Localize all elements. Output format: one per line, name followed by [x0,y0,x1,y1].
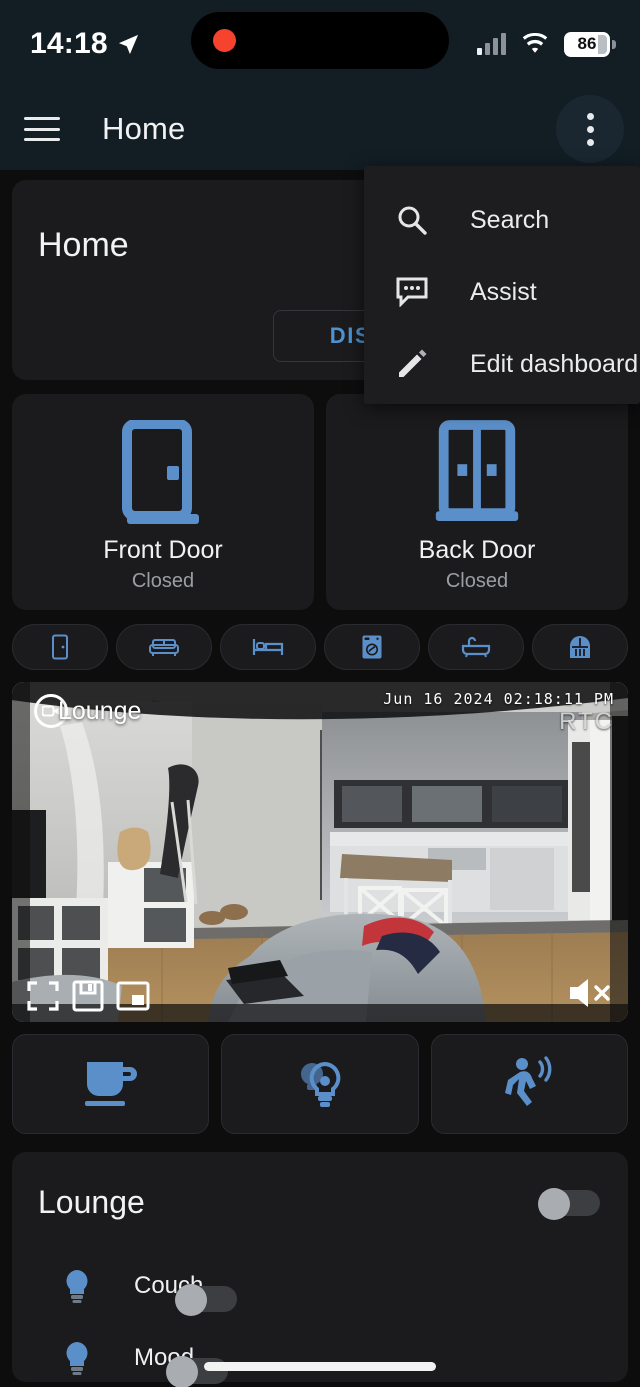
lounge-master-toggle[interactable] [538,1188,600,1220]
lounge-area-card: Lounge Couch Mood [12,1152,628,1387]
chip-washing-machine[interactable] [324,624,420,670]
status-bar-right: 86 [477,31,616,57]
light-bulbs-icon [300,1061,341,1107]
tile-back-door-state: Closed [445,570,509,592]
menu-item-assist-label: Assist [470,277,537,306]
camera-controls [26,980,150,1012]
cellular-signal-icon [477,33,506,55]
search-icon [390,204,434,236]
camera-stream-label: RTC [559,708,614,735]
tile-front-door-state: Closed [131,570,195,592]
tile-back-door[interactable]: Back Door Closed [326,394,628,610]
camera-name-label: Lounge [58,696,142,725]
door-icon [52,634,68,660]
chip-door[interactable] [12,624,108,670]
chip-bed[interactable] [220,624,316,670]
area-chip-row [12,624,628,670]
menu-item-search[interactable]: Search [364,184,640,256]
door-single-icon [122,420,199,524]
list-item-couch-light[interactable]: Couch [12,1258,628,1316]
window-icon [570,636,590,658]
coffee-cup-icon [84,1062,137,1106]
overflow-dropdown-menu: Search Assist Edit dashboard [364,166,640,404]
menu-item-search-label: Search [470,205,550,234]
mood-light-toggle[interactable] [166,1356,229,1387]
couch-light-toggle[interactable] [175,1284,238,1316]
list-item-mood-light[interactable]: Mood [12,1330,628,1387]
recording-indicator-icon [213,29,236,52]
motion-sensor-icon [505,1056,552,1106]
lounge-title: Lounge [38,1184,145,1220]
fullscreen-icon[interactable] [26,980,60,1012]
light-bulb-icon [60,1340,94,1376]
status-bar-clock: 14:18 [30,27,108,60]
washing-machine-icon [362,635,382,659]
chip-window[interactable] [532,624,628,670]
camera-name-badge: Lounge [34,694,141,728]
dynamic-island [191,12,449,69]
sofa-icon [149,639,179,656]
tile-front-door-label: Front Door [103,536,223,564]
camera-timestamp-overlay: Jun 16 2024 02:18:11 PM RTC [383,690,614,736]
picture-in-picture-icon[interactable] [116,980,150,1012]
phone-screen: 14:18 86 Home Home Front Door Closed Bac… [0,0,640,1387]
tile-motion[interactable] [430,1034,628,1134]
action-tile-row [12,1034,628,1134]
chip-sofa[interactable] [116,624,212,670]
status-bar-left: 14:18 [30,27,140,61]
app-bar: Home [0,88,640,170]
location-arrow-icon [118,34,138,54]
bathtub-icon [461,636,491,658]
assist-chat-icon [390,277,434,307]
battery-indicator: 86 [564,31,616,57]
chip-bathtub[interactable] [428,624,524,670]
status-bar: 14:18 86 [0,0,640,88]
tile-lights[interactable] [221,1034,419,1134]
overflow-menu-button[interactable] [556,95,624,163]
tile-front-door[interactable]: Front Door Closed [12,394,314,610]
alarm-panel-title: Home [38,226,129,264]
menu-item-edit-dashboard-label: Edit dashboard [470,349,639,378]
battery-level-label: 86 [577,34,597,53]
page-title: Home [102,111,186,146]
wifi-icon [522,33,548,53]
camera-timestamp: Jun 16 2024 02:18:11 PM [383,690,614,708]
door-double-icon [435,420,519,522]
menu-item-edit-dashboard[interactable]: Edit dashboard [364,328,640,400]
home-indicator [204,1362,436,1371]
camera-card[interactable]: Lounge Jun 16 2024 02:18:11 PM RTC [12,682,628,1022]
light-bulb-icon [60,1268,94,1304]
tile-back-door-label: Back Door [418,536,536,564]
speaker-muted-icon [570,979,610,1007]
hamburger-menu-icon[interactable] [24,117,60,141]
tile-coffee[interactable] [12,1034,210,1134]
camera-mute-button[interactable] [566,976,612,1010]
save-snapshot-icon[interactable] [72,980,104,1012]
pencil-edit-icon [390,348,434,380]
bed-icon [252,639,284,655]
menu-item-assist[interactable]: Assist [364,256,640,328]
